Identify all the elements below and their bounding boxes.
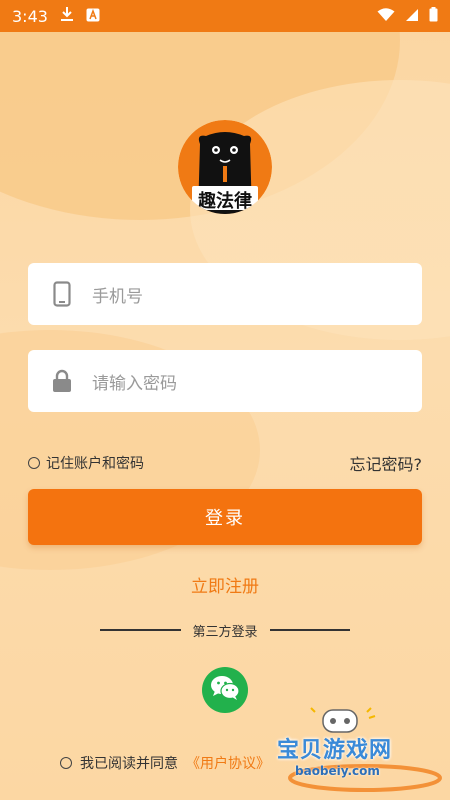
agreement-row: 我已阅读并同意 《用户协议》	[60, 752, 270, 774]
wifi-icon	[377, 7, 395, 26]
app-logo: 趣法律	[178, 120, 272, 214]
battery-icon	[429, 6, 438, 26]
login-button[interactable]: 登录	[28, 489, 422, 545]
status-time: 3:43	[12, 6, 48, 26]
password-placeholder: 请输入密码	[92, 373, 177, 394]
divider-line	[100, 629, 181, 631]
download-icon	[60, 6, 74, 26]
wechat-icon	[210, 675, 240, 705]
password-field[interactable]: 请输入密码	[28, 350, 422, 412]
phone-placeholder: 手机号	[92, 286, 143, 307]
wechat-login-button[interactable]	[202, 667, 248, 713]
divider-line	[269, 629, 351, 631]
logo-text: 趣法律	[198, 191, 252, 212]
forgot-password-link[interactable]: 忘记密码?	[350, 451, 423, 475]
watermark-url: baobeiy.com	[295, 764, 380, 778]
third-party-label: 第三方登录	[192, 624, 258, 640]
lock-icon	[50, 369, 74, 393]
watermark-text: 宝贝游戏网	[277, 738, 393, 763]
login-options: 记住账户和密码 忘记密码?	[28, 449, 422, 477]
agreement-text: 我已阅读并同意	[80, 756, 178, 772]
phone-icon	[50, 281, 74, 307]
third-party-divider: 第三方登录	[100, 620, 351, 640]
remember-checkbox[interactable]: 记住账户和密码	[28, 453, 144, 473]
user-agreement-link[interactable]: 《用户协议》	[186, 753, 270, 773]
register-link[interactable]: 立即注册	[0, 572, 450, 597]
status-bar: 3:43	[0, 0, 450, 32]
watermark: 宝贝游戏网 baobeiy.com	[275, 706, 445, 792]
signal-icon	[405, 7, 419, 26]
radio-icon[interactable]	[28, 457, 40, 469]
a-badge-icon	[86, 7, 100, 26]
agreement-checkbox[interactable]	[60, 757, 72, 769]
phone-field[interactable]: 手机号	[28, 263, 422, 325]
remember-label: 记住账户和密码	[46, 456, 144, 472]
